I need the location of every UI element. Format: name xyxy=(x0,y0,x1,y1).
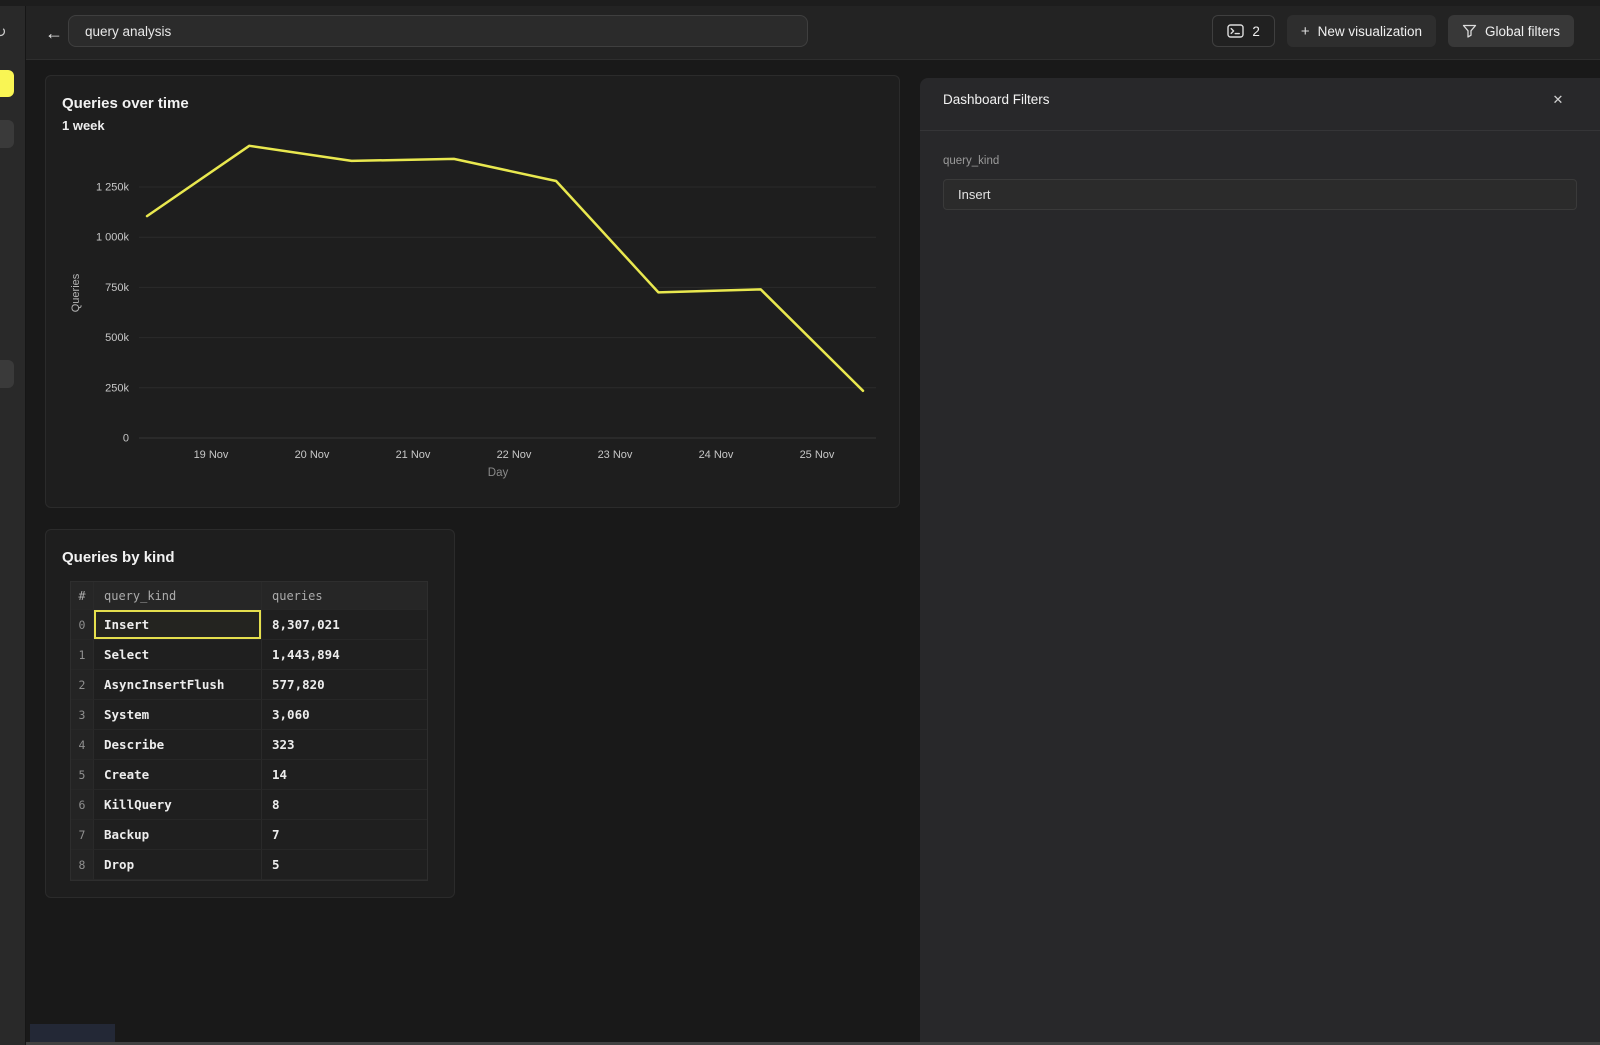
queries-value-cell[interactable]: 8,307,021 xyxy=(262,610,427,640)
queries-value-cell[interactable]: 323 xyxy=(262,730,427,760)
query-kind-cell[interactable]: Insert xyxy=(94,610,262,640)
column-header-queries[interactable]: queries xyxy=(262,582,427,610)
global-filters-label: Global filters xyxy=(1485,24,1560,39)
query-kind-cell[interactable]: Select xyxy=(94,640,262,670)
sql-console-icon xyxy=(1227,24,1244,38)
y-tick-label: 500k xyxy=(105,332,129,344)
console-count-label: 2 xyxy=(1252,24,1260,39)
top-bar: ← 2 + New visualization Global filters xyxy=(26,6,1600,60)
row-index-cell: 0 xyxy=(71,610,94,640)
rail-item-2[interactable] xyxy=(0,120,14,148)
dashboard-title-input[interactable] xyxy=(68,15,808,47)
close-icon: ✕ xyxy=(1553,92,1564,107)
queries-value-cell[interactable]: 5 xyxy=(262,850,427,880)
x-tick-label: 21 Nov xyxy=(396,449,431,461)
filter-funnel-icon xyxy=(1462,24,1477,38)
x-tick-label: 25 Nov xyxy=(800,449,835,461)
table-row: 5Create14 xyxy=(71,760,427,790)
table-row: 2AsyncInsertFlush577,820 xyxy=(71,670,427,700)
history-icon[interactable]: ↻ xyxy=(0,23,7,41)
filter-field-label: query_kind xyxy=(943,155,999,167)
y-tick-label: 1 250k xyxy=(96,182,130,194)
row-index-cell: 1 xyxy=(71,640,94,670)
table-row: 3System3,060 xyxy=(71,700,427,730)
table-row: 4Describe323 xyxy=(71,730,427,760)
query-kind-cell[interactable]: Drop xyxy=(94,850,262,880)
column-header-index[interactable]: # xyxy=(71,582,94,610)
global-filters-button[interactable]: Global filters xyxy=(1448,15,1574,47)
dashboard-filters-panel: Dashboard Filters ✕ query_kind xyxy=(920,78,1600,1045)
back-button[interactable]: ← xyxy=(38,17,70,49)
y-tick-label: 250k xyxy=(105,382,129,394)
x-tick-label: 22 Nov xyxy=(497,449,532,461)
x-tick-label: 23 Nov xyxy=(598,449,633,461)
query-kind-cell[interactable]: Backup xyxy=(94,820,262,850)
row-index-cell: 7 xyxy=(71,820,94,850)
row-index-cell: 6 xyxy=(71,790,94,820)
table-header-row: #query_kindqueries xyxy=(71,582,427,610)
y-tick-label: 1 000k xyxy=(96,232,130,244)
query-kind-filter-input[interactable] xyxy=(943,179,1577,210)
row-index-cell: 5 xyxy=(71,760,94,790)
queries-over-time-card: Queries over time 1 week 0250k500k750k1 … xyxy=(45,75,900,508)
sql-console-count-button[interactable]: 2 xyxy=(1212,15,1275,47)
queries-value-cell[interactable]: 577,820 xyxy=(262,670,427,700)
x-tick-label: 19 Nov xyxy=(194,449,229,461)
y-axis-label: Queries xyxy=(70,273,82,312)
y-tick-label: 0 xyxy=(123,433,129,445)
table-row: 6KillQuery8 xyxy=(71,790,427,820)
new-visualization-label: New visualization xyxy=(1318,24,1422,39)
queries-value-cell[interactable]: 7 xyxy=(262,820,427,850)
queries-value-cell[interactable]: 1,443,894 xyxy=(262,640,427,670)
new-visualization-button[interactable]: + New visualization xyxy=(1287,15,1436,47)
rail-item-active-dashboard[interactable] xyxy=(0,70,14,97)
x-axis-label: Day xyxy=(488,467,509,479)
queries-value-cell[interactable]: 3,060 xyxy=(262,700,427,730)
filters-panel-title: Dashboard Filters xyxy=(943,92,1050,107)
table-row: 7Backup7 xyxy=(71,820,427,850)
row-index-cell: 3 xyxy=(71,700,94,730)
row-index-cell: 8 xyxy=(71,850,94,880)
row-index-cell: 4 xyxy=(71,730,94,760)
queries-over-time-chart[interactable]: 0 250k 500k 750k 1 000k 1 250k Queries 19 Nov 20… xyxy=(46,76,899,507)
query-kind-cell[interactable]: Create xyxy=(94,760,262,790)
column-header-query_kind[interactable]: query_kind xyxy=(94,582,262,610)
background-window-fragment xyxy=(30,1024,115,1042)
table-row: 0Insert8,307,021 xyxy=(71,610,427,640)
queries-by-kind-card: Queries by kind #query_kindqueries0Inser… xyxy=(45,529,455,898)
y-tick-label: 750k xyxy=(105,282,129,294)
query-kind-cell[interactable]: Describe xyxy=(94,730,262,760)
table-title: Queries by kind xyxy=(62,549,175,566)
app-window: ← 2 + New visualization Global filters xyxy=(0,0,1600,1045)
topbar-actions: 2 + New visualization Global filters xyxy=(1212,15,1574,47)
x-tick-label: 24 Nov xyxy=(699,449,734,461)
query-kind-cell[interactable]: System xyxy=(94,700,262,730)
table-row: 1Select1,443,894 xyxy=(71,640,427,670)
filters-panel-header: Dashboard Filters ✕ xyxy=(920,78,1600,131)
row-index-cell: 2 xyxy=(71,670,94,700)
back-arrow-icon: ← xyxy=(45,23,63,43)
queries-series-line[interactable] xyxy=(147,146,863,391)
left-rail: ↻ xyxy=(0,6,26,1045)
x-tick-label: 20 Nov xyxy=(295,449,330,461)
table-row: 8Drop5 xyxy=(71,850,427,880)
query-kind-cell[interactable]: AsyncInsertFlush xyxy=(94,670,262,700)
close-button[interactable]: ✕ xyxy=(1546,88,1570,112)
queries-value-cell[interactable]: 8 xyxy=(262,790,427,820)
queries-value-cell[interactable]: 14 xyxy=(262,760,427,790)
rail-item-3[interactable] xyxy=(0,360,14,388)
query-kind-cell[interactable]: KillQuery xyxy=(94,790,262,820)
plus-icon: + xyxy=(1301,23,1310,40)
queries-by-kind-table: #query_kindqueries0Insert8,307,0211Selec… xyxy=(70,581,428,881)
